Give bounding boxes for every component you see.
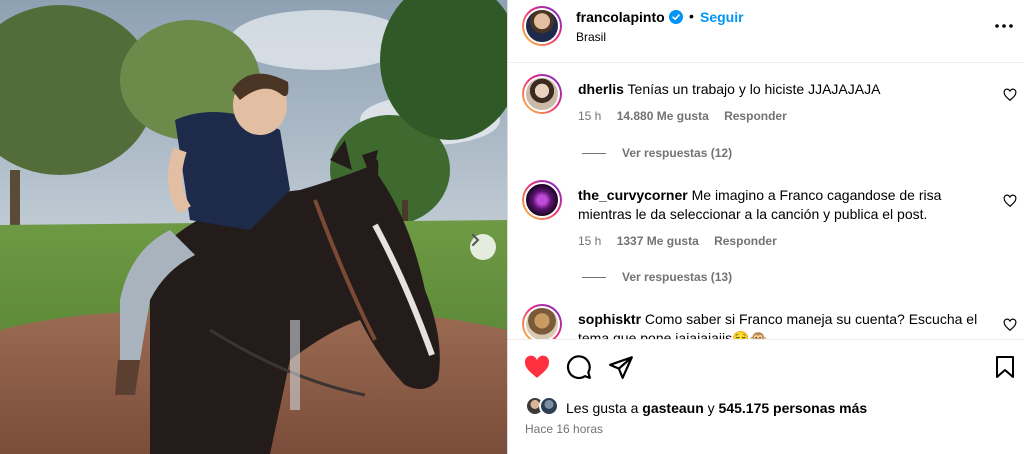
comment-like-icon[interactable] [1003,318,1017,332]
author-username[interactable]: francolapinto [576,9,665,25]
view-replies-button[interactable]: Ver respuestas (12) [582,146,732,160]
comment-likes[interactable]: 14.880 Me gusta [617,109,709,123]
view-replies-label: Ver respuestas (12) [622,146,733,160]
comments-list[interactable]: dherlis Tenías un trabajo y lo hiciste J… [508,64,1024,339]
liker-avatar [539,396,559,416]
more-options-icon [995,24,1013,28]
comment-like-icon[interactable] [1003,88,1017,102]
follow-button[interactable]: Seguir [700,9,744,25]
likes-summary: Les gusta a gasteaun y 545.175 personas … [566,400,867,416]
share-button[interactable] [608,354,634,380]
view-replies-button[interactable]: Ver respuestas (13) [582,270,732,284]
like-button[interactable] [524,354,550,380]
reply-button[interactable]: Responder [724,109,787,123]
comment-time[interactable]: 15 h [578,109,601,123]
more-options-button[interactable] [994,16,1014,36]
comment-username[interactable]: dherlis [578,81,624,97]
chevron-right-icon [472,234,480,246]
post-location[interactable]: Brasil [576,30,606,44]
likers-avatars[interactable] [525,396,565,418]
replies-divider [582,276,606,278]
comment-avatar[interactable] [522,74,562,114]
send-icon [609,356,633,379]
post-timestamp[interactable]: Hace 16 horas [525,422,603,436]
comment-time[interactable]: 15 h [578,234,601,248]
replies-divider [582,152,606,154]
verified-badge-icon [669,10,683,24]
author-avatar[interactable] [522,6,562,46]
reply-button[interactable]: Responder [714,234,777,248]
bookmark-icon [996,356,1014,378]
heart-icon [524,355,550,378]
post-actions: Les gusta a gasteaun y 545.175 personas … [508,339,1024,450]
post-header: francolapinto • Seguir Brasil [508,0,1024,63]
comment-username[interactable]: sophisktr [578,311,641,327]
comment-icon [566,355,591,380]
post-photo[interactable] [0,0,507,454]
post-side-panel: francolapinto • Seguir Brasil dherlis Te… [507,0,1024,454]
likes-prefix: Les gusta a [566,400,639,416]
comment-button[interactable] [566,354,592,380]
liked-by-username[interactable]: gasteaun [642,400,703,416]
comment-likes[interactable]: 1337 Me gusta [617,234,699,248]
comment-username[interactable]: the_curvycorner [578,187,688,203]
comment-text: Tenías un trabajo y lo hiciste JJAJAJAJA [627,81,881,97]
photo-image [0,0,507,454]
comment-avatar[interactable] [522,180,562,220]
likes-connector: y [707,400,715,416]
comment-avatar[interactable] [522,304,562,339]
likes-count[interactable]: 545.175 personas más [719,400,868,416]
next-photo-button[interactable] [470,234,496,260]
view-replies-label: Ver respuestas (13) [622,270,733,284]
header-separator: • [689,8,694,24]
save-button[interactable] [992,354,1018,380]
comment-like-icon[interactable] [1003,194,1017,208]
